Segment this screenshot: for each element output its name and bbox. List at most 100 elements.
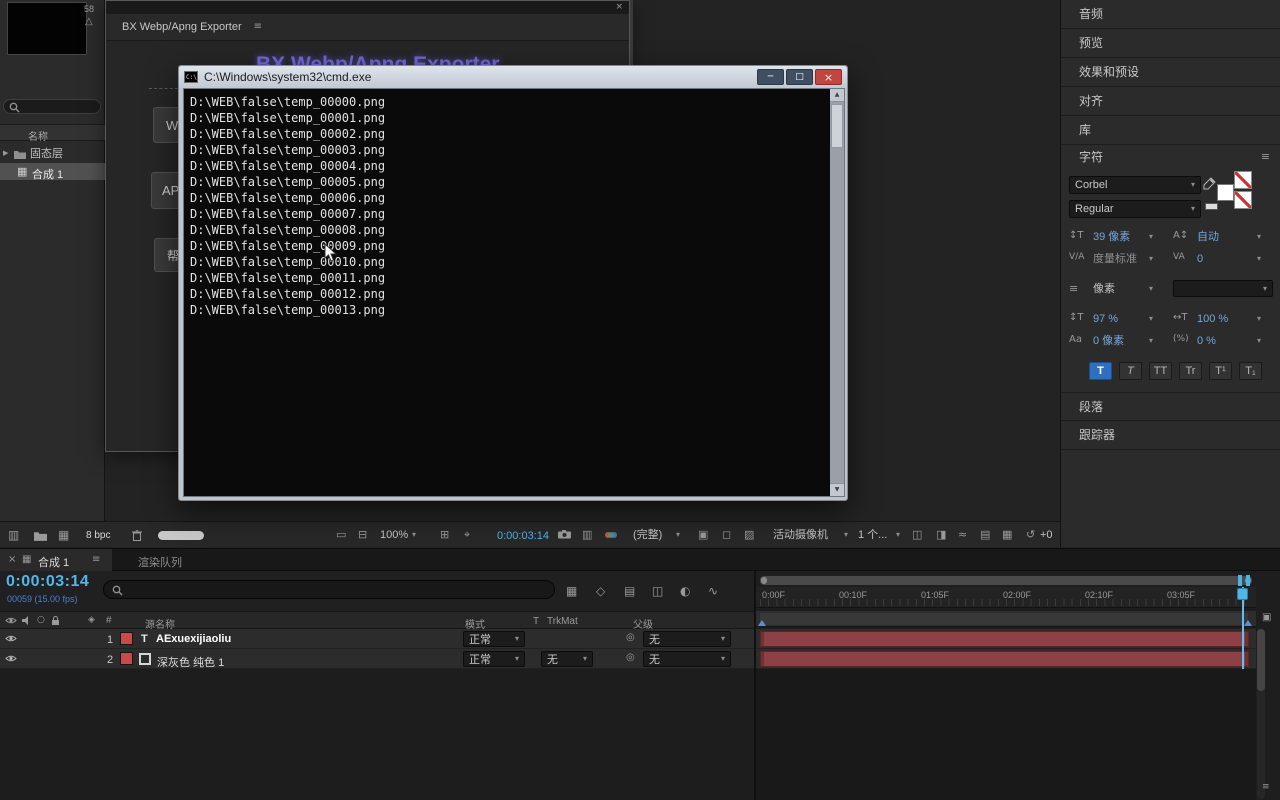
faux-bold-button[interactable]: T <box>1089 362 1112 380</box>
layer-color-label[interactable] <box>120 632 133 645</box>
caret-icon[interactable]: ▾ <box>1257 315 1261 323</box>
panel-tab-align[interactable]: 对齐 <box>1061 87 1280 116</box>
project-search-input[interactable] <box>3 99 101 114</box>
layer-name[interactable]: AExuexijiaoliu <box>156 633 231 645</box>
comp-item-label[interactable]: 合成 1 <box>32 166 63 182</box>
scroll-up-button[interactable]: ▲ <box>830 89 844 102</box>
channel-icon[interactable] <box>604 530 617 540</box>
tab-composition[interactable]: × ▦ 合成 1 ≡ <box>0 549 112 571</box>
safe-areas-icon[interactable]: ⌖ <box>464 529 470 540</box>
timeline-search-input[interactable] <box>103 580 555 599</box>
camera-view-dropdown[interactable]: 活动摄像机 <box>773 530 828 541</box>
layer-1-duration-bar[interactable] <box>760 631 1249 647</box>
timeline-scroll-thumb[interactable] <box>1257 629 1265 691</box>
name-column-header[interactable]: 名称 <box>0 124 105 143</box>
viewer-timecode[interactable]: 0:00:03:14 <box>497 530 549 542</box>
work-area-start-marker[interactable] <box>758 620 766 626</box>
superscript-button[interactable]: T¹ <box>1209 362 1232 380</box>
audio-icon[interactable] <box>22 616 32 625</box>
eye-icon[interactable] <box>5 616 17 625</box>
navigator-playhead-tick[interactable] <box>1238 575 1242 586</box>
resolution-icon[interactable]: ▣ <box>698 529 708 540</box>
font-family-dropdown[interactable]: Corbel ▾ <box>1069 176 1201 194</box>
project-item-comp-selected[interactable]: ▦ 合成 1 <box>0 163 105 182</box>
panel-tab-paragraph[interactable]: 段落 <box>1061 392 1280 421</box>
transparency-grid-icon[interactable]: ▨ <box>744 529 754 540</box>
label-column-icon[interactable]: ◈ <box>88 616 95 625</box>
blend-mode-dropdown[interactable]: 正常 ▾ <box>463 631 525 647</box>
subscript-button[interactable]: T₁ <box>1239 362 1262 380</box>
view-layout-dropdown[interactable]: 1 个... <box>858 530 887 541</box>
kerning-value[interactable]: 度量标准 <box>1093 254 1137 265</box>
panel-tab-preview[interactable]: 预览 <box>1061 29 1280 58</box>
view-layout-icon[interactable]: ◫ <box>912 529 922 540</box>
timeline-vertical-scrollbar[interactable] <box>1257 629 1265 799</box>
caret-icon[interactable]: ▾ <box>1149 233 1153 241</box>
trash-icon[interactable] <box>132 530 142 541</box>
cmd-scrollbar[interactable]: ▲ ▼ <box>830 89 844 496</box>
panel-tab-effects[interactable]: 效果和预设 <box>1061 58 1280 87</box>
exposure-reset-icon[interactable]: ↺ <box>1026 529 1035 540</box>
script-window-titlebar[interactable]: × <box>106 1 629 14</box>
vertical-scale-value[interactable]: 97 % <box>1093 314 1118 325</box>
tab-close-icon[interactable]: × <box>8 555 16 565</box>
trkmat-dropdown[interactable]: 无 ▾ <box>541 651 593 667</box>
scroll-down-button[interactable]: ▼ <box>830 483 844 496</box>
tab-render-queue[interactable]: 渲染队列 <box>126 549 206 571</box>
baseline-shift-value[interactable]: 0 像素 <box>1093 336 1124 347</box>
cmd-content[interactable]: D:\WEB\false\temp_00000.png D:\WEB\false… <box>183 88 845 497</box>
stroke-style-swatch[interactable] <box>1234 191 1252 209</box>
fill-color-swatch[interactable] <box>1217 184 1234 201</box>
lock-icon[interactable] <box>51 616 60 626</box>
channel-dropdown[interactable]: (完整) <box>633 530 662 541</box>
layer-name[interactable]: 深灰色 纯色 1 <box>157 654 224 670</box>
font-size-value[interactable]: 39 像素 <box>1093 232 1130 243</box>
work-area-end-marker[interactable] <box>1244 620 1252 626</box>
timeline-timecode[interactable]: 0:00:03:14 <box>6 573 89 591</box>
render-queue-tab-label[interactable]: 渲染队列 <box>138 554 182 570</box>
folder-item-label[interactable]: 固态层 <box>30 149 63 160</box>
font-style-dropdown[interactable]: Regular ▾ <box>1069 200 1201 218</box>
tsume-value[interactable]: 0 % <box>1197 336 1216 347</box>
caret-icon[interactable]: ▾ <box>412 531 416 539</box>
navigator-playhead-tick-2[interactable] <box>1246 575 1250 586</box>
draft-3d-icon[interactable]: ◇ <box>596 585 605 597</box>
caret-icon[interactable]: ▾ <box>1257 233 1261 241</box>
new-composition-icon[interactable]: ▦ <box>58 529 69 541</box>
scroll-thumb[interactable] <box>831 104 843 148</box>
show-snapshot-icon[interactable]: ▥ <box>582 529 592 540</box>
caret-icon[interactable]: ▾ <box>1149 285 1153 293</box>
stroke-style-dropdown[interactable]: ▾ <box>1173 280 1273 297</box>
timeline-button-icon[interactable]: ▤ <box>980 529 990 540</box>
playhead-handle[interactable] <box>1237 588 1248 600</box>
all-caps-button[interactable]: TT <box>1149 362 1172 380</box>
work-area-bar[interactable] <box>756 611 1256 627</box>
layer-out-handle[interactable] <box>1245 632 1248 646</box>
eyedropper-icon[interactable] <box>1203 177 1216 190</box>
time-navigator[interactable] <box>760 576 1252 585</box>
time-ruler[interactable]: 0:00F 00:10F 01:05F 02:00F 02:10F 03:05F <box>756 587 1256 608</box>
character-panel-header[interactable]: 字符 ≡ <box>1061 145 1280 169</box>
layer-row-1[interactable]: 1 T AExuexijiaoliu 正常 ▾ ◎ 无 ▾ <box>0 629 755 649</box>
work-area-span[interactable] <box>760 613 1248 625</box>
parent-dropdown[interactable]: 无 ▾ <box>643 651 731 667</box>
blend-mode-dropdown[interactable]: 正常 ▾ <box>463 651 525 667</box>
panel-menu-icon[interactable]: ≡ <box>92 555 100 565</box>
expand-arrow-icon[interactable]: ▶ <box>3 150 8 157</box>
comp-tab-label[interactable]: 合成 1 <box>38 554 69 570</box>
parent-pickwhip-icon[interactable]: ◎ <box>626 633 635 643</box>
eye-icon[interactable] <box>5 654 17 663</box>
panel-menu-icon[interactable]: ≡ <box>1261 151 1270 162</box>
eye-icon[interactable] <box>5 634 17 643</box>
display-icon[interactable]: ▭ <box>336 529 346 540</box>
close-icon[interactable]: × <box>615 3 623 12</box>
t-column-header[interactable]: T <box>533 616 539 627</box>
parent-pickwhip-icon[interactable]: ◎ <box>626 653 635 663</box>
shy-icon[interactable]: ▤ <box>624 585 635 597</box>
caret-icon[interactable]: ▾ <box>1149 315 1153 323</box>
exposure-value[interactable]: +0 <box>1040 530 1053 541</box>
caret-icon[interactable]: ▾ <box>1149 337 1153 345</box>
layer-color-label[interactable] <box>120 652 133 665</box>
navigator-start-handle[interactable] <box>761 577 767 584</box>
layer-row-2[interactable]: 2 深灰色 纯色 1 正常 ▾ 无 ▾ ◎ 无 ▾ <box>0 649 755 669</box>
